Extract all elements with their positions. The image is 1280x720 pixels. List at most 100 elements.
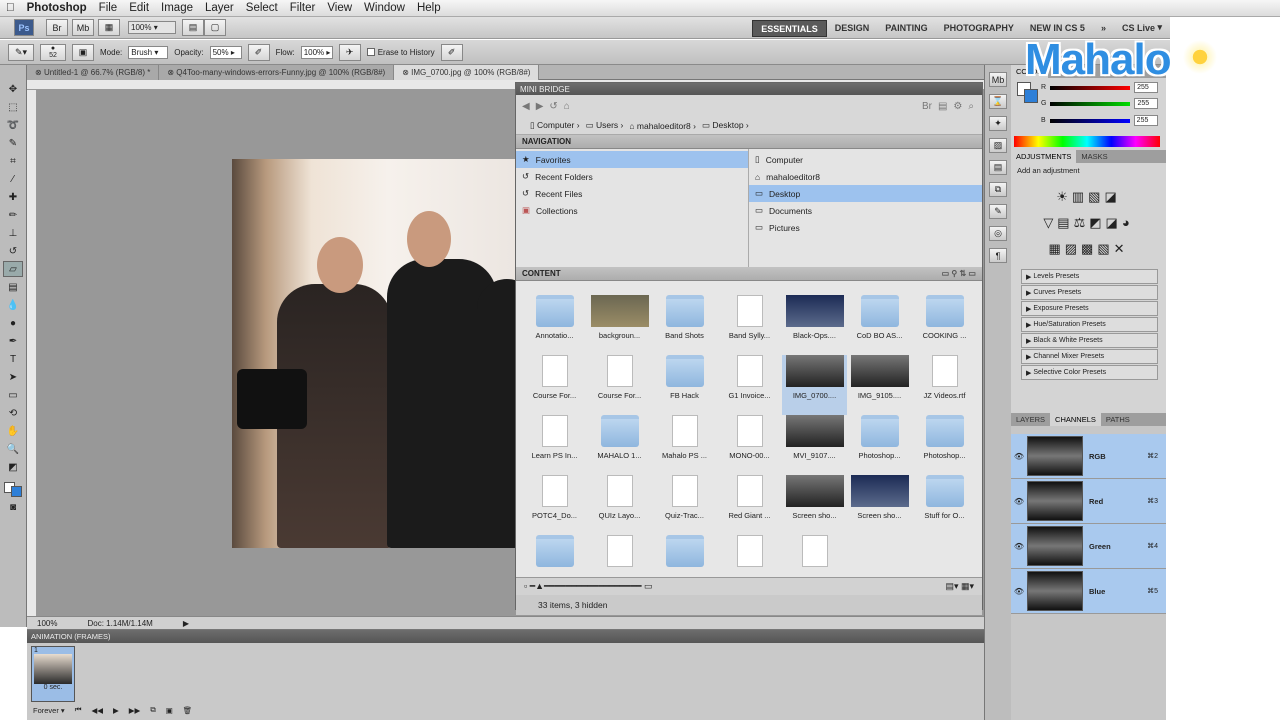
content-item[interactable]: Photoshop... (847, 415, 912, 475)
mode-select[interactable]: Brush ▾ (128, 45, 169, 59)
info-panel-icon[interactable]: ▤ (989, 160, 1007, 175)
history-brush-tool-icon[interactable]: ↺ (3, 243, 23, 259)
paragraph-panel-icon[interactable]: ¶ (989, 248, 1007, 263)
panel-view-icon[interactable]: ▤ (938, 101, 947, 112)
content-item[interactable] (782, 535, 847, 595)
airbrush-icon[interactable]: ✈ (338, 43, 361, 61)
brush-size-picker[interactable]: ● 52 (40, 43, 66, 61)
content-item[interactable]: Screen sho... (847, 475, 912, 535)
view-mode-icon[interactable]: ▤▾ ▦▾ (945, 581, 974, 592)
blue-value[interactable]: 255 (1133, 115, 1158, 126)
content-item[interactable]: Annotatio... (522, 295, 587, 355)
nav-favorites[interactable]: ★ Favorites (516, 151, 748, 168)
channel-row[interactable]: 👁 Green ⌘4 (1011, 524, 1166, 569)
content-item[interactable]: COOKING ... (912, 295, 977, 355)
tween-icon[interactable]: ⧉ (150, 705, 155, 715)
dodge-tool-icon[interactable]: ● (3, 315, 23, 331)
flow-field[interactable]: 100% ▸ (300, 45, 333, 59)
nav-desktop[interactable]: ▭ Desktop (749, 185, 982, 202)
channel-row[interactable]: 👁 Blue ⌘5 (1011, 569, 1166, 614)
content-item[interactable]: Course For... (522, 355, 587, 415)
menu-image[interactable]: Image (155, 2, 199, 14)
status-arrow-icon[interactable]: ▶ (183, 619, 189, 628)
hand-tool-icon[interactable]: ✋ (3, 423, 23, 439)
color-ramp[interactable] (1014, 136, 1160, 147)
content-item[interactable]: Band Shots (652, 295, 717, 355)
menu-help[interactable]: Help (411, 2, 447, 14)
content-item[interactable]: Band Sylly... (717, 295, 782, 355)
content-item[interactable] (652, 535, 717, 595)
tab-channels[interactable]: CHANNELS (1050, 413, 1101, 426)
view-extras-icon[interactable]: ▦ (98, 19, 120, 36)
loop-select[interactable]: Forever ▾ (33, 706, 65, 715)
eye-icon[interactable]: 👁 (1011, 497, 1027, 506)
nav-computer[interactable]: ▯ Computer (749, 151, 982, 168)
erase-history-checkbox[interactable]: Erase to History (366, 48, 435, 57)
nav-collections[interactable]: ▣ Collections (516, 202, 748, 219)
content-item[interactable]: G1 Invoice... (717, 355, 782, 415)
pressure-opacity-icon[interactable]: ✐ (247, 43, 270, 61)
actions-panel-icon[interactable]: ✦ (989, 116, 1007, 131)
preset-curves[interactable]: ▶ Curves Presets (1021, 285, 1158, 300)
workspace-photography[interactable]: PHOTOGRAPHY (936, 17, 1022, 38)
content-item[interactable]: backgroun... (587, 295, 652, 355)
play-icon[interactable]: ▶ (113, 706, 119, 715)
content-tools-icon[interactable]: ▭ ⚲ ⇅ ▭ (942, 269, 976, 278)
menu-select[interactable]: Select (240, 2, 284, 14)
delete-frame-icon[interactable]: 🗑 (183, 706, 193, 715)
nav-recent-folders[interactable]: ↺ Recent Folders (516, 168, 748, 185)
back-icon[interactable]: ◀ (522, 101, 530, 112)
nav-recent-files[interactable]: ↺ Recent Files (516, 185, 748, 202)
pen-tool-icon[interactable]: ✒ (3, 333, 23, 349)
settings-icon[interactable]: ⚙ (953, 101, 962, 112)
tool-preset-icon[interactable]: ✎▾ (8, 43, 34, 61)
recent-icon[interactable]: ↺ (549, 101, 557, 112)
breadcrumb-users[interactable]: ▭ Users › (586, 120, 624, 131)
tab-q4too[interactable]: ⊗ Q4Too-many-windows-errors-Funny.jpg @ … (159, 65, 395, 80)
content-item[interactable]: QUIz Layo... (587, 475, 652, 535)
preset-channel-mixer[interactable]: ▶ Channel Mixer Presets (1021, 349, 1158, 364)
content-item[interactable]: Learn PS In... (522, 415, 587, 475)
new-frame-icon[interactable]: ▣ (166, 706, 173, 715)
bridge-launch-icon[interactable]: Br (922, 101, 932, 112)
lasso-tool-icon[interactable]: ➰ (3, 117, 23, 133)
content-item[interactable]: MONO-00... (717, 415, 782, 475)
gradient-tool-icon[interactable]: ▤ (3, 279, 23, 295)
next-frame-icon[interactable]: ▶▶ (129, 706, 141, 715)
document-image[interactable] (232, 159, 516, 548)
content-item[interactable] (717, 535, 782, 595)
nav-user-home[interactable]: ⌂ mahaloeditor8 (749, 168, 982, 185)
content-item[interactable]: Screen sho... (782, 475, 847, 535)
workspace-design[interactable]: DESIGN (827, 17, 878, 38)
content-item[interactable] (522, 535, 587, 595)
adjustment-icons-row-2[interactable]: ▽▤⚖◩◪◕ (1011, 215, 1166, 231)
stamp-tool-icon[interactable]: ⊥ (3, 225, 23, 241)
frame-time[interactable]: 0 sec. (32, 684, 74, 691)
zoom-tool-icon[interactable]: 🔍 (3, 441, 23, 457)
green-value[interactable]: 255 (1134, 98, 1159, 109)
brush-panel-icon[interactable]: ▣ (72, 43, 94, 61)
content-item[interactable]: MVI_9107.... (782, 415, 847, 475)
marquee-tool-icon[interactable]: ⬚ (3, 99, 23, 115)
default-colors-icon[interactable]: ◩ (3, 459, 23, 475)
background-color[interactable] (1024, 89, 1038, 103)
eyedropper-tool-icon[interactable]: ⁄ (3, 171, 23, 187)
breadcrumb-computer[interactable]: ▯ Computer › (530, 120, 580, 131)
brush-presets-panel-icon[interactable]: ✎ (989, 204, 1007, 219)
3d-panel-icon[interactable]: ◎ (989, 226, 1007, 241)
home-icon[interactable]: ⌂ (564, 101, 570, 112)
content-item[interactable]: MAHALO 1... (587, 415, 652, 475)
workspace-painting[interactable]: PAINTING (877, 17, 935, 38)
blur-tool-icon[interactable]: 💧 (3, 297, 23, 313)
status-zoom[interactable]: 100% (37, 619, 57, 628)
clone-source-panel-icon[interactable]: ⧉ (989, 182, 1007, 197)
tab-masks[interactable]: MASKS (1076, 150, 1112, 163)
preset-selective-color[interactable]: ▶ Selective Color Presets (1021, 365, 1158, 380)
tablet-pressure-icon[interactable]: ✐ (440, 43, 463, 61)
minibridge-icon[interactable]: Mb (72, 19, 94, 36)
tab-layers[interactable]: LAYERS (1011, 413, 1050, 426)
menu-filter[interactable]: Filter (284, 2, 322, 14)
content-item[interactable] (587, 535, 652, 595)
eye-icon[interactable]: 👁 (1011, 452, 1027, 461)
navigator-panel-icon[interactable]: ▨ (989, 138, 1007, 153)
